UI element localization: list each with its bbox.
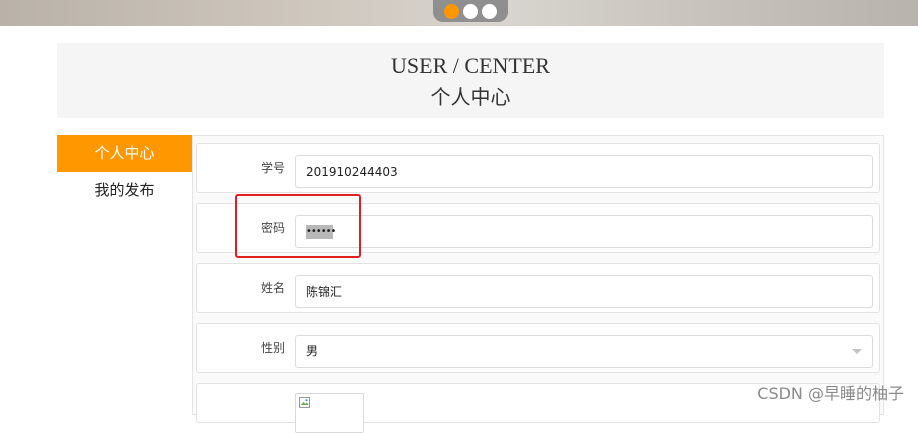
student-id-input[interactable] [295,155,873,188]
sidebar: 个人中心 我的发布 [57,135,193,415]
broken-image-icon [299,397,310,408]
gender-selected-value: 男 [306,344,319,358]
avatar-image[interactable] [295,393,364,433]
carousel-dot-3[interactable] [482,3,497,19]
chevron-down-icon [852,349,862,354]
watermark-text: CSDN @早睡的柚子 [757,384,904,403]
page-title-zh: 个人中心 [430,85,511,109]
password-input[interactable] [295,215,873,248]
student-id-label: 学号 [260,161,285,175]
carousel-dot-2[interactable] [463,3,478,19]
page-header: USER / CENTER 个人中心 [57,43,884,118]
page-title-en: USER / CENTER [391,53,550,78]
name-label: 姓名 [260,281,285,295]
sidebar-item-personal-center[interactable]: 个人中心 [57,135,192,172]
password-label: 密码 [260,221,285,235]
gender-label: 性别 [260,341,285,355]
gender-select[interactable]: 男 [295,335,873,368]
form-row-gender: 性别 男 [196,323,880,373]
carousel-banner [0,0,918,26]
form-row-password: 密码 •••••• [196,203,880,253]
profile-form: 学号 密码 •••••• 姓名 性别 男 [192,135,884,433]
name-input[interactable] [295,275,873,308]
carousel-indicator [433,0,508,22]
carousel-dot-1[interactable] [444,3,459,19]
form-row-name: 姓名 [196,263,880,313]
password-mask-value: •••••• [306,225,336,239]
sidebar-item-my-posts[interactable]: 我的发布 [57,172,192,209]
form-row-student-id: 学号 [196,143,880,193]
